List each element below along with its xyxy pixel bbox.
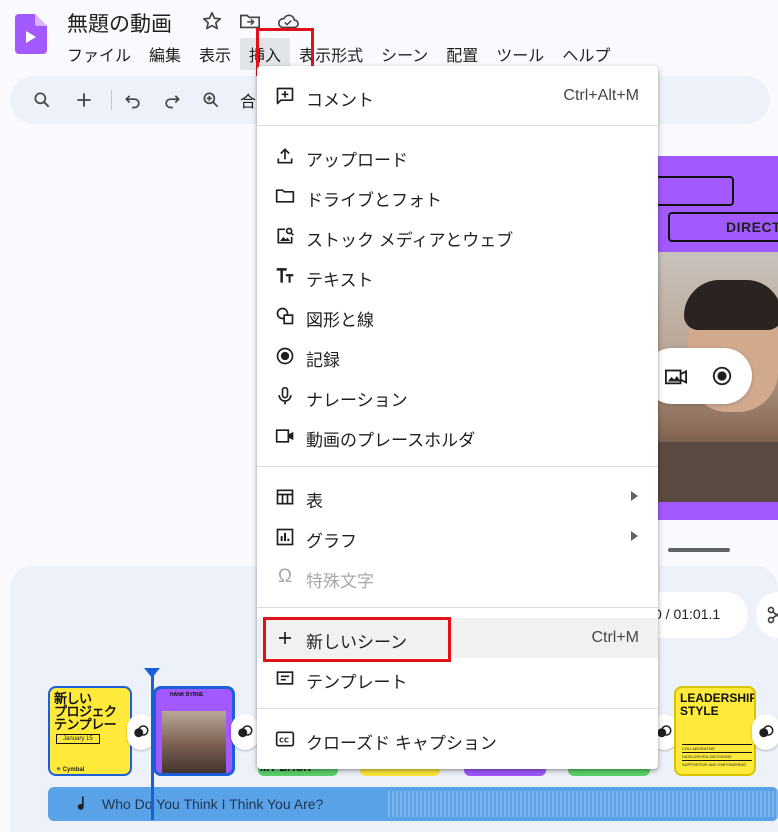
scene-2-header: HANK BYRNE [170,692,204,698]
zoom-icon[interactable] [199,88,223,112]
menu-item-template[interactable]: テンプレート [257,658,658,698]
audio-waveform [388,791,778,817]
slide-heading[interactable]: DIRECT [668,212,778,242]
image-search-icon [273,224,297,248]
menu-item-label: 図形と線 [306,311,374,330]
playhead[interactable] [151,670,154,820]
scene-1-title: 新しい プロジェク テンプレー [54,691,117,732]
scene-2-photo [162,711,226,773]
omega-icon: Ω [277,566,293,587]
folder-icon [273,184,297,208]
menu-item-closed-captions[interactable]: CC クローズド キャプション [257,719,658,759]
scene-7-list-item: DATA-DRIVEN DECISIONS [682,752,752,759]
menu-item-label: コメント [306,91,374,110]
closed-caption-icon: CC [273,727,297,751]
slide-canvas[interactable]: DIRECT [640,156,778,520]
menu-item-upload[interactable]: アップロード [257,136,658,176]
submenu-arrow-icon [631,531,638,541]
playhead-handle[interactable] [144,668,160,678]
menu-divider [257,466,658,467]
menu-item-comment[interactable]: コメント Ctrl+Alt+M [257,76,658,116]
menu-item-label: アップロード [306,151,408,170]
music-note-icon [77,796,84,810]
menu-item-table[interactable]: 表 [257,477,658,517]
shapes-icon [273,304,297,328]
menu-item-label: 記録 [306,351,340,370]
scene-7-list-item: COLLABORATIVE [682,744,752,751]
record-icon[interactable] [710,364,734,388]
insert-image-icon[interactable] [664,364,688,388]
menu-item-shortcut: Ctrl+Alt+M [563,87,639,104]
star-icon[interactable] [200,9,224,33]
menu-item-label: グラフ [306,532,357,551]
slide-text-box[interactable] [650,176,734,206]
menu-item-shortcut: Ctrl+M [591,629,639,646]
menu-item-label: テキスト [306,271,374,290]
template-icon [273,666,297,690]
time-separator: / [661,606,674,622]
menu-item-label: クローズド キャプション [306,734,497,753]
audio-track[interactable]: Who Do You Think I Think You Are? [48,787,778,821]
scene-1-brand: ✳ Cymbal [56,767,85,773]
scene-thumbnail-7[interactable]: LEADERSHIP STYLE COLLABORATIVE DATA-DRIV… [674,686,756,776]
menu-edit[interactable]: 編集 [140,38,190,70]
media-quick-tools [644,348,752,404]
menu-item-text[interactable]: テキスト [257,256,658,296]
menu-item-stock-media[interactable]: ストック メディアとウェブ [257,216,658,256]
scene-1-date: January 15 [56,734,100,744]
audio-track-title: Who Do You Think I Think You Are? [102,796,324,812]
upload-icon [273,144,297,168]
table-icon [273,485,297,509]
toolbar-divider [111,90,112,110]
menu-item-record[interactable]: 記録 [257,336,658,376]
menu-item-shapes[interactable]: 図形と線 [257,296,658,336]
menu-item-chart[interactable]: グラフ [257,517,658,557]
menu-item-special-characters: Ω 特殊文字 [257,557,658,597]
insert-menu: コメント Ctrl+Alt+M アップロード ドライブとフォト ストック メディ… [257,66,658,769]
new-scene-highlight [263,617,451,662]
record-icon [273,344,297,368]
menu-item-label: テンプレート [306,673,408,692]
svg-text:CC: CC [279,736,289,744]
comment-icon [273,84,297,108]
text-icon [273,264,297,288]
menu-item-label: ナレーション [306,391,408,410]
person-hair [684,280,778,330]
menu-item-label: ストック メディアとウェブ [306,231,514,250]
menu-item-narration[interactable]: ナレーション [257,376,658,416]
menu-file[interactable]: ファイル [58,38,140,70]
vids-logo-icon[interactable] [15,14,47,54]
menu-item-label: 表 [306,492,323,511]
menu-divider [257,607,658,608]
app-header: 無題の動画 ファイル 編集 表示 挿入 表示形式 シーン 配置 ツール ヘルプ [0,0,778,70]
search-icon[interactable] [30,88,54,112]
menu-divider [257,125,658,126]
undo-icon[interactable] [121,88,145,112]
redo-icon[interactable] [160,88,184,112]
menu-item-label: 特殊文字 [306,572,374,591]
video-placeholder-icon [273,424,297,448]
menu-item-drive-photos[interactable]: ドライブとフォト [257,176,658,216]
canvas-scrollbar[interactable] [668,548,730,552]
scene-7-list-item: SUPPORTIVE AND EMPOWERING [682,760,752,767]
scene-thumbnail-2[interactable]: HANK BYRNE [153,686,235,776]
person-shirt [658,442,778,502]
menu-divider [257,708,658,709]
transition-button[interactable] [752,714,778,750]
document-title[interactable]: 無題の動画 [67,8,172,38]
total-time: 01:01.1 [673,606,721,622]
add-icon[interactable] [72,88,96,112]
submenu-arrow-icon [631,491,638,501]
scene-thumbnail-1[interactable]: 新しい プロジェク テンプレー January 15 ✳ Cymbal [48,686,132,776]
menu-item-video-placeholder[interactable]: 動画のプレースホルダ [257,416,658,456]
menu-item-label: ドライブとフォト [306,191,442,210]
menu-view[interactable]: 表示 [190,38,240,70]
chart-icon [273,525,297,549]
menu-item-label: 動画のプレースホルダ [306,431,476,450]
scene-7-title: LEADERSHIP STYLE [680,691,756,718]
microphone-icon [273,384,297,408]
transition-button[interactable] [231,714,259,750]
